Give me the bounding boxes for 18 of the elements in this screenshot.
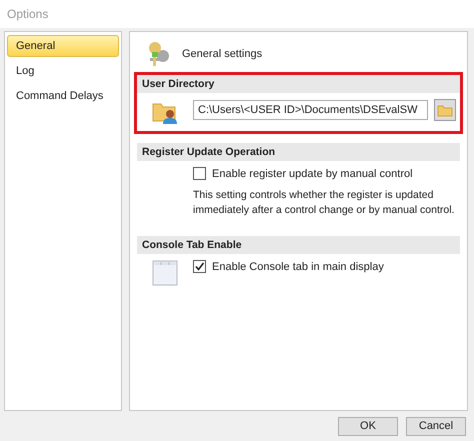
section-header: Register Update Operation xyxy=(137,143,460,161)
checkbox[interactable] xyxy=(193,167,206,180)
folder-icon xyxy=(437,104,453,116)
setting-description: This setting controls whether the register is updated immediately after a control change or by manual control. xyxy=(193,188,456,218)
section-header: User Directory xyxy=(137,75,460,93)
cancel-button[interactable]: Cancel xyxy=(406,416,466,436)
ok-button[interactable]: OK xyxy=(338,416,398,436)
directory-field[interactable]: C:\Users\<USER ID>\Documents\DSEvalSW xyxy=(193,100,428,120)
checkbox-label: Enable Console tab in main display xyxy=(212,260,384,272)
checkbox-label: Enable register update by manual control xyxy=(212,168,413,180)
sidebar-item[interactable]: Command Delays xyxy=(7,85,119,107)
window-title: Options xyxy=(7,7,48,21)
window-icon xyxy=(152,260,178,286)
checkbox[interactable] xyxy=(193,260,206,273)
sidebar-item[interactable]: General xyxy=(7,35,119,57)
section-header: Console Tab Enable xyxy=(137,236,460,254)
page-title: General settings xyxy=(182,48,262,60)
sidebar-item[interactable]: Log xyxy=(7,60,119,82)
